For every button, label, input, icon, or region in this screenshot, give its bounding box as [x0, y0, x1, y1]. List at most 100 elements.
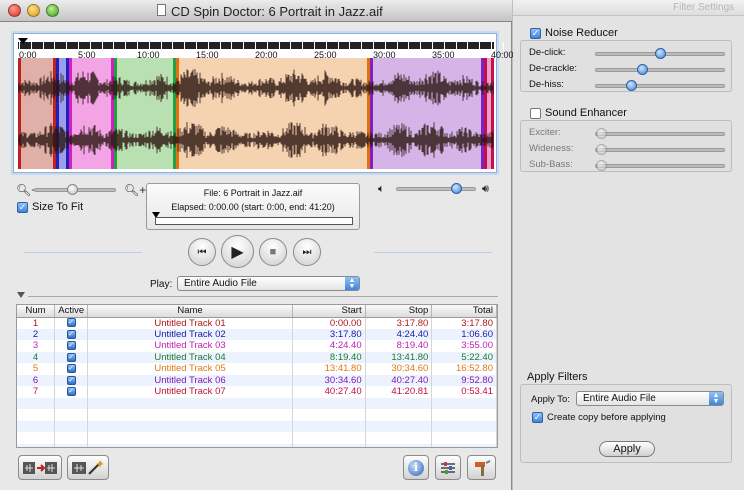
stop-button[interactable]: ■ — [259, 238, 287, 266]
zoom-window-button[interactable] — [46, 4, 59, 17]
track-num-cell[interactable] — [17, 420, 56, 432]
next-track-button[interactable]: ⏭ — [293, 238, 321, 266]
param-slider[interactable] — [595, 48, 725, 59]
column-header-num[interactable]: Num — [17, 305, 56, 318]
title-bar[interactable]: CD Spin Doctor: 6 Portrait in Jazz.aif — [0, 0, 512, 22]
close-window-button[interactable] — [8, 4, 21, 17]
create-copy-checkbox[interactable]: ✓ Create copy before applying — [532, 412, 666, 423]
tools-button[interactable] — [467, 455, 496, 480]
track-list-table[interactable]: Num Active Name Start Stop Total 1 ✓ Untit… — [16, 304, 498, 448]
get-info-button[interactable]: i — [403, 455, 429, 480]
table-row[interactable]: 6 ✓ Untitled Track 06 30:34.60 40:27.40 9:52.… — [17, 374, 497, 386]
track-stop-cell[interactable] — [365, 443, 433, 447]
table-row[interactable] — [17, 420, 497, 432]
table-row[interactable]: 4 ✓ Untitled Track 04 8:19.40 13:41.80 5:22.4… — [17, 351, 497, 363]
table-row[interactable] — [17, 432, 497, 444]
disclosure-triangle-icon[interactable] — [17, 292, 25, 298]
track-num-cell[interactable]: 4 — [17, 351, 56, 363]
track-num-cell[interactable]: 5 — [17, 363, 56, 375]
column-header-active[interactable]: Active — [54, 305, 89, 318]
track-num-cell[interactable] — [17, 432, 56, 444]
track-name-cell[interactable] — [87, 420, 293, 432]
column-header-stop[interactable]: Stop — [365, 305, 433, 318]
track-start-cell[interactable]: 8:19.40 — [292, 351, 366, 363]
active-checkbox[interactable]: ✓ — [66, 387, 76, 397]
track-stop-cell[interactable]: 4:24.40 — [365, 328, 433, 340]
track-start-cell[interactable]: 3:17.80 — [292, 328, 366, 340]
track-total-cell[interactable]: 9:52.80 — [431, 374, 497, 386]
volume-slider[interactable] — [396, 183, 476, 194]
track-name-cell[interactable]: Untitled Track 06 — [87, 374, 293, 386]
panel-title-bar[interactable]: Filter Settings — [513, 0, 744, 16]
track-num-cell[interactable]: 1 — [17, 317, 56, 329]
track-num-cell[interactable] — [17, 397, 56, 409]
track-stop-cell[interactable]: 40:27.40 — [365, 374, 433, 386]
table-row[interactable]: 7 ✓ Untitled Track 07 40:27.40 41:20.81 0:53.… — [17, 386, 497, 398]
param-slider-knob[interactable] — [625, 80, 637, 91]
minimize-window-button[interactable] — [27, 4, 40, 17]
waveform-view[interactable]: 0:00 5:00 10:00 15:00 20:00 25:00 30:00 35:00 40… — [13, 33, 540, 173]
track-total-cell[interactable] — [431, 432, 497, 444]
create-copy-box[interactable]: ✓ — [532, 412, 543, 423]
play-button[interactable]: ▶ — [221, 235, 254, 268]
sound-enhancer-toggle[interactable]: Sound Enhancer — [530, 107, 627, 119]
column-header-total[interactable]: Total — [431, 305, 497, 318]
active-checkbox[interactable]: ✓ — [66, 375, 76, 385]
track-total-cell[interactable] — [431, 443, 497, 447]
track-start-cell[interactable]: 13:41.80 — [292, 363, 366, 375]
active-checkbox[interactable]: ✓ — [66, 352, 76, 362]
play-range-select[interactable]: Entire Audio File ▲ ▼ — [177, 276, 360, 291]
edit-track-button[interactable] — [67, 455, 109, 480]
table-row[interactable]: 1 ✓ Untitled Track 01 0:00.00 3:17.80 3:17.80 — [17, 317, 497, 329]
track-stop-cell[interactable]: 8:19.40 — [365, 340, 433, 352]
table-row[interactable] — [17, 409, 497, 421]
track-total-cell[interactable]: 1:06.60 — [431, 328, 497, 340]
track-name-cell[interactable]: Untitled Track 02 — [87, 328, 293, 340]
track-total-cell[interactable] — [431, 420, 497, 432]
active-checkbox[interactable]: ✓ — [66, 329, 76, 339]
table-row[interactable]: 2 ✓ Untitled Track 02 3:17.80 4:24.40 1:06.60 — [17, 328, 497, 340]
active-checkbox[interactable]: ✓ — [66, 318, 76, 328]
volume-slider-knob[interactable] — [451, 183, 463, 194]
track-start-cell[interactable] — [292, 443, 366, 447]
track-name-cell[interactable] — [87, 409, 293, 421]
track-num-cell[interactable]: 2 — [17, 328, 56, 340]
param-slider-knob[interactable] — [655, 48, 666, 59]
split-track-button[interactable] — [18, 455, 62, 480]
waveform-tracks[interactable] — [18, 58, 494, 169]
zoom-slider[interactable] — [34, 184, 116, 195]
param-slider[interactable] — [595, 80, 725, 91]
track-total-cell[interactable]: 0:53.41 — [431, 386, 497, 398]
track-total-cell[interactable]: 16:52.80 — [431, 363, 497, 375]
track-num-cell[interactable] — [17, 409, 56, 421]
track-start-cell[interactable]: 4:24.40 — [292, 340, 366, 352]
filter-settings-button[interactable] — [435, 455, 461, 480]
noise-reducer-toggle[interactable]: ✓ Noise Reducer — [530, 27, 618, 39]
track-stop-cell[interactable]: 13:41.80 — [365, 351, 433, 363]
previous-track-button[interactable]: ⏮ — [188, 238, 216, 266]
noise-reducer-checkbox[interactable]: ✓ — [530, 27, 541, 39]
track-total-cell[interactable]: 3:55.00 — [431, 340, 497, 352]
zoom-in-icon[interactable]: 🔍︎+ — [124, 183, 146, 197]
apply-button[interactable]: Apply — [599, 441, 655, 457]
track-name-cell[interactable]: Untitled Track 05 — [87, 363, 293, 375]
track-start-cell[interactable]: 30:34.60 — [292, 374, 366, 386]
position-bar[interactable] — [155, 217, 353, 225]
table-row[interactable] — [17, 443, 497, 447]
column-header-start[interactable]: Start — [292, 305, 366, 318]
track-name-cell[interactable] — [87, 432, 293, 444]
track-stop-cell[interactable]: 41:20.81 — [365, 386, 433, 398]
track-stop-cell[interactable]: 30:34.60 — [365, 363, 433, 375]
track-total-cell[interactable]: 5:22.40 — [431, 351, 497, 363]
track-start-cell[interactable] — [292, 409, 366, 421]
table-row[interactable] — [17, 397, 497, 409]
track-stop-cell[interactable] — [365, 409, 433, 421]
param-slider[interactable] — [595, 64, 725, 75]
track-name-cell[interactable]: Untitled Track 01 — [87, 317, 293, 329]
apply-to-select[interactable]: Entire Audio File ▲ ▼ — [576, 391, 724, 406]
track-name-cell[interactable]: Untitled Track 07 — [87, 386, 293, 398]
track-num-cell[interactable]: 6 — [17, 374, 56, 386]
track-num-cell[interactable]: 3 — [17, 340, 56, 352]
track-start-cell[interactable] — [292, 432, 366, 444]
active-checkbox[interactable]: ✓ — [66, 364, 76, 374]
